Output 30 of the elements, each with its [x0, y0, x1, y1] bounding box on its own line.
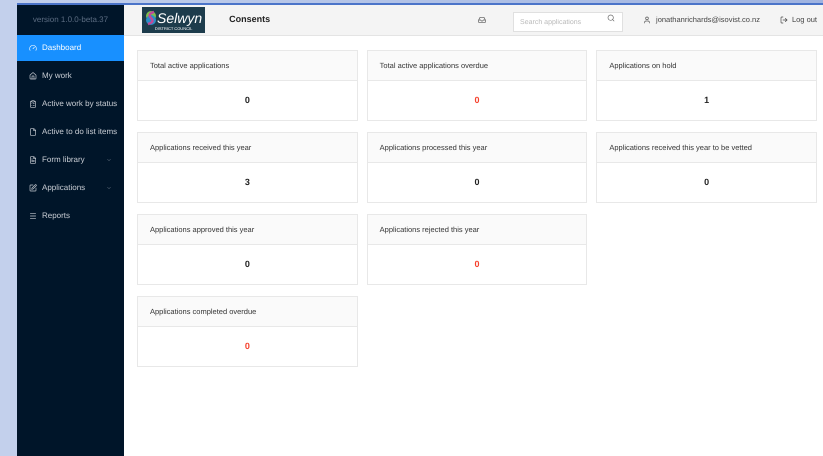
logo-mark-icon: [145, 10, 157, 26]
inbox-icon[interactable]: [478, 16, 486, 24]
sidebar-item[interactable]: Form library: [17, 147, 124, 173]
version-label: version 1.0.0-beta.37: [32, 14, 108, 26]
home-icon: [29, 72, 37, 80]
clipboard-icon: [29, 100, 37, 108]
logout-icon: [780, 16, 788, 24]
sidebar-item[interactable]: My work: [17, 63, 124, 89]
sidebar-item[interactable]: Applications: [17, 175, 124, 201]
card-value: 0: [474, 258, 480, 271]
file-icon: [29, 156, 37, 164]
sidebar-item[interactable]: Reports: [17, 203, 124, 229]
card-value: 0: [474, 176, 480, 189]
card-value: 0: [244, 94, 250, 107]
card-value: 0: [474, 94, 480, 107]
edit-icon: [29, 184, 37, 192]
card-value: 0: [244, 258, 250, 271]
card-value: 1: [704, 94, 710, 107]
sidebar-item[interactable]: Active to do list items: [17, 119, 124, 145]
sidebar-item[interactable]: Active work by status: [17, 91, 124, 117]
gauge-icon: [29, 44, 37, 52]
user-icon: [643, 16, 652, 24]
card-value: 3: [244, 176, 250, 189]
menu-icon: [29, 212, 37, 220]
card-value: 0: [244, 340, 250, 353]
card-value: 0: [704, 176, 710, 189]
search-icon: [607, 14, 616, 22]
page-title: Consents: [229, 13, 270, 26]
document-icon: [29, 128, 37, 136]
logo-text: Selwyn: [157, 10, 202, 24]
